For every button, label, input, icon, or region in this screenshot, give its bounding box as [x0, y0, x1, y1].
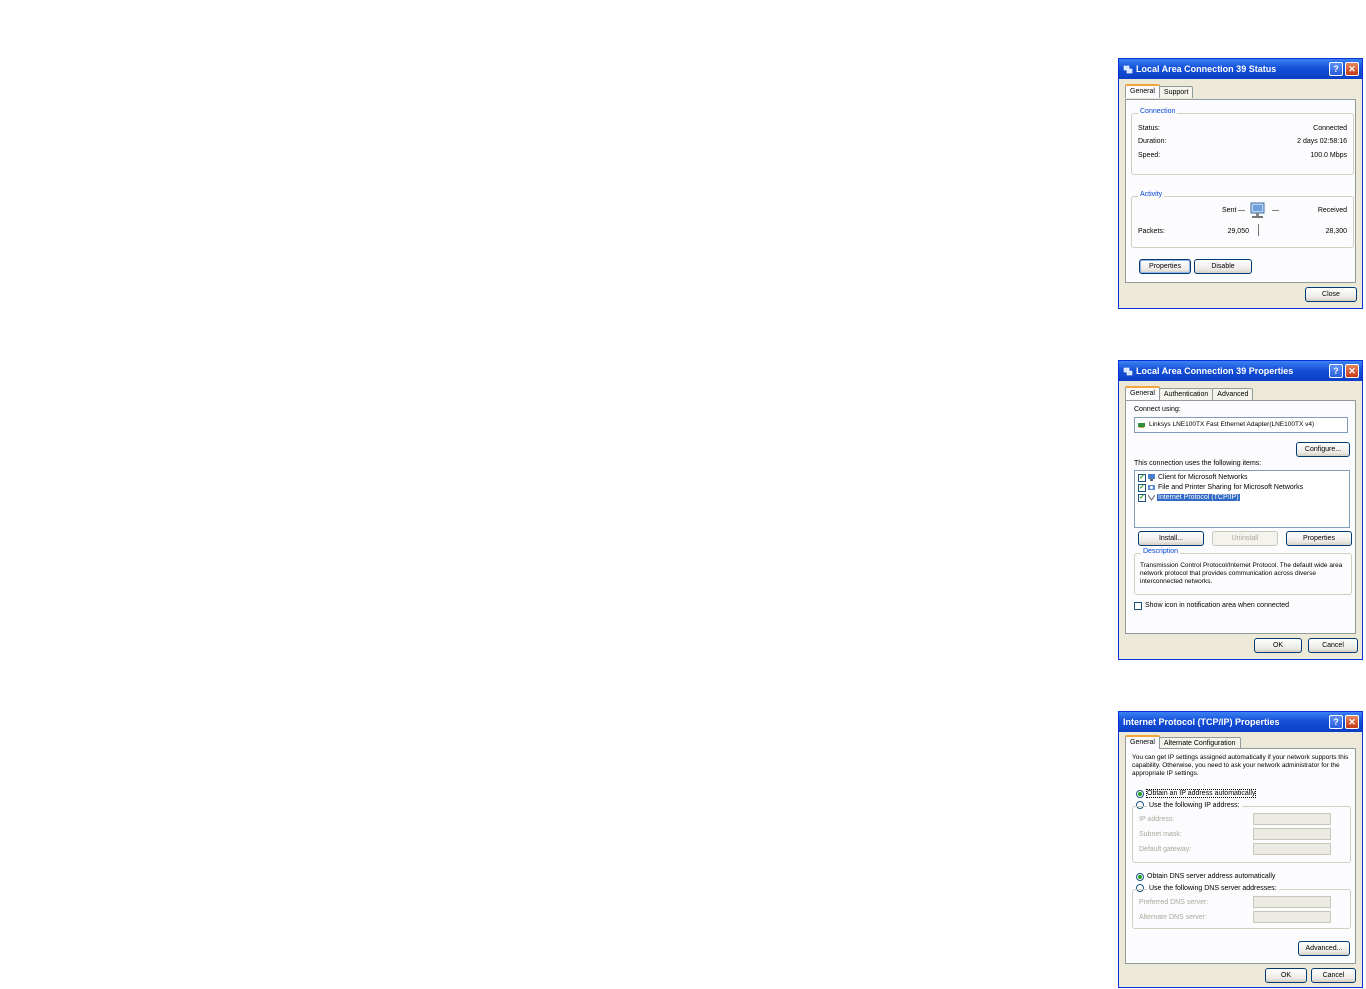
- properties-title: Local Area Connection 39 Properties: [1136, 366, 1294, 376]
- tcpip-title: Internet Protocol (TCP/IP) Properties: [1123, 717, 1280, 727]
- tab-advanced[interactable]: Advanced: [1212, 388, 1254, 400]
- static-ip-group: Use the following IP address: IP address…: [1132, 802, 1351, 863]
- protocol-icon: [1148, 494, 1155, 501]
- advanced-button[interactable]: Advanced...: [1298, 941, 1350, 956]
- description-group: Description Transmission Control Protoco…: [1134, 548, 1352, 595]
- intro-text: You can get IP settings assigned automat…: [1132, 754, 1349, 777]
- properties-general-panel: Connect using: Linksys LNE100TX Fast Eth…: [1125, 400, 1356, 634]
- file-sharing-icon: [1148, 485, 1155, 490]
- ip-address-label: IP address:: [1139, 816, 1175, 823]
- packets-received: 28,300: [1325, 228, 1347, 235]
- cancel-button[interactable]: Cancel: [1311, 968, 1356, 983]
- tab-support[interactable]: Support: [1158, 86, 1194, 98]
- cancel-button[interactable]: Cancel: [1308, 638, 1358, 653]
- subnet-mask-label: Subnet mask:: [1139, 831, 1182, 838]
- tcpip-dialog: Internet Protocol (TCP/IP) Properties ? …: [1118, 711, 1363, 988]
- use-ip-label[interactable]: Use the following IP address:: [1147, 802, 1242, 809]
- item-file-sharing-checkbox[interactable]: ✓: [1138, 484, 1146, 492]
- static-dns-group: Use the following DNS server addresses: …: [1132, 885, 1351, 929]
- activity-group: Activity Sent — — Received Packets: 29,0…: [1131, 191, 1354, 248]
- speed-label: Speed:: [1138, 152, 1161, 159]
- duration-label: Duration:: [1138, 138, 1167, 145]
- tab-general[interactable]: General: [1125, 386, 1160, 400]
- packets-label: Packets:: [1138, 228, 1165, 235]
- status-titlebar[interactable]: Local Area Connection 39 Status ? ✕: [1119, 59, 1362, 79]
- gateway-label: Default gateway:: [1139, 846, 1192, 853]
- connection-group-title: Connection: [1138, 108, 1178, 115]
- items-list: ✓ Client for Microsoft Networks ✓ File a…: [1134, 470, 1350, 528]
- use-dns-label[interactable]: Use the following DNS server addresses:: [1147, 885, 1279, 892]
- status-value: Connected: [1313, 125, 1347, 132]
- configure-button[interactable]: Configure...: [1296, 442, 1350, 457]
- properties-dialog: Local Area Connection 39 Properties ? ✕ …: [1118, 360, 1363, 660]
- close-button[interactable]: Close: [1305, 287, 1357, 302]
- speed-value: 100.0 Mbps: [1310, 152, 1347, 159]
- received-label: Received: [1317, 207, 1347, 214]
- status-dialog: Local Area Connection 39 Status ? ✕ Gene…: [1118, 58, 1363, 309]
- show-icon-checkbox[interactable]: [1134, 602, 1142, 610]
- client-network-icon: [1148, 474, 1155, 481]
- tcpip-titlebar[interactable]: Internet Protocol (TCP/IP) Properties ? …: [1119, 712, 1362, 732]
- help-button[interactable]: ?: [1329, 715, 1343, 729]
- obtain-ip-radio[interactable]: [1136, 790, 1144, 798]
- alternate-dns-label: Alternate DNS server:: [1139, 914, 1208, 921]
- ok-button[interactable]: OK: [1265, 968, 1307, 983]
- status-title: Local Area Connection 39 Status: [1136, 64, 1277, 74]
- network-activity-icon: [1250, 202, 1265, 218]
- network-connection-icon: [1123, 367, 1133, 375]
- tab-authentication[interactable]: Authentication: [1158, 388, 1214, 400]
- adapter-name: Linksys LNE100TX Fast Ethernet Adapter(L…: [1149, 421, 1315, 428]
- help-button[interactable]: ?: [1329, 62, 1343, 76]
- close-window-button[interactable]: ✕: [1345, 715, 1359, 729]
- item-file-sharing[interactable]: File and Printer Sharing for Microsoft N…: [1158, 484, 1303, 491]
- sent-line: —: [1238, 207, 1245, 214]
- show-icon-label[interactable]: Show icon in notification area when conn…: [1145, 602, 1289, 609]
- status-general-panel: Connection Status: Connected Duration: 2…: [1125, 99, 1356, 283]
- ok-button[interactable]: OK: [1254, 638, 1302, 653]
- packets-divider: [1258, 224, 1259, 236]
- item-client-checkbox[interactable]: ✓: [1138, 474, 1146, 482]
- preferred-dns-field[interactable]: [1253, 896, 1331, 908]
- connection-group: Connection Status: Connected Duration: 2…: [1131, 108, 1354, 175]
- description-text: Transmission Control Protocol/Internet P…: [1140, 562, 1343, 585]
- obtain-ip-label[interactable]: Obtain an IP address automatically: [1145, 789, 1257, 798]
- adapter-field: Linksys LNE100TX Fast Ethernet Adapter(L…: [1134, 417, 1348, 433]
- disable-button[interactable]: Disable: [1194, 259, 1252, 274]
- properties-button[interactable]: Properties: [1139, 259, 1191, 274]
- tab-general[interactable]: General: [1125, 735, 1160, 749]
- close-window-button[interactable]: ✕: [1345, 62, 1359, 76]
- activity-group-title: Activity: [1138, 191, 1165, 198]
- help-button[interactable]: ?: [1329, 364, 1343, 378]
- preferred-dns-label: Preferred DNS server:: [1139, 899, 1209, 906]
- alternate-dns-field[interactable]: [1253, 911, 1331, 923]
- item-properties-button[interactable]: Properties: [1286, 531, 1352, 546]
- item-client[interactable]: Client for Microsoft Networks: [1158, 474, 1247, 481]
- network-connection-icon: [1123, 65, 1133, 73]
- gateway-field[interactable]: [1253, 843, 1331, 855]
- description-group-title: Description: [1141, 548, 1181, 555]
- sent-label: Sent: [1222, 207, 1237, 214]
- obtain-dns-radio[interactable]: [1136, 873, 1144, 881]
- items-label: This connection uses the following items…: [1134, 460, 1262, 467]
- item-tcpip[interactable]: Internet Protocol (TCP/IP): [1157, 494, 1240, 501]
- connect-using-label: Connect using:: [1134, 406, 1181, 413]
- close-window-button[interactable]: ✕: [1345, 364, 1359, 378]
- received-line: —: [1272, 207, 1279, 214]
- properties-titlebar[interactable]: Local Area Connection 39 Properties ? ✕: [1119, 361, 1362, 381]
- status-label: Status:: [1138, 125, 1160, 132]
- tcpip-general-panel: You can get IP settings assigned automat…: [1125, 748, 1356, 964]
- install-button[interactable]: Install...: [1138, 531, 1204, 546]
- obtain-dns-label[interactable]: Obtain DNS server address automatically: [1147, 873, 1275, 880]
- item-tcpip-checkbox[interactable]: ✓: [1138, 494, 1146, 502]
- subnet-mask-field[interactable]: [1253, 828, 1331, 840]
- packets-sent: 29,050: [1227, 228, 1249, 235]
- network-card-icon: [1138, 423, 1145, 428]
- ip-address-field[interactable]: [1253, 813, 1331, 825]
- uninstall-button[interactable]: Uninstall: [1212, 531, 1278, 546]
- duration-value: 2 days 02:58:16: [1297, 138, 1347, 145]
- tab-general[interactable]: General: [1125, 84, 1160, 98]
